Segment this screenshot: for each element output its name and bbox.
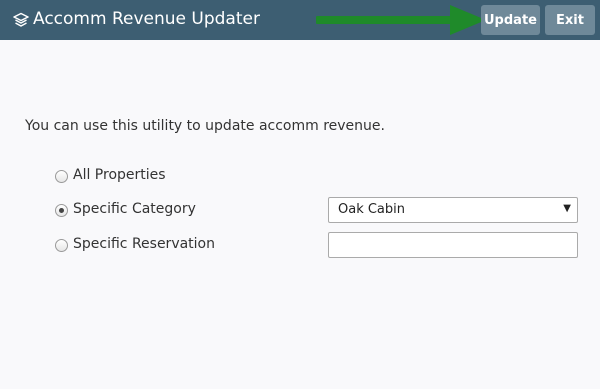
option-label: Specific Category: [73, 201, 196, 217]
annotation-arrow-icon: [316, 5, 486, 35]
layers-icon: [13, 12, 29, 27]
radio-specific-category[interactable]: [55, 204, 68, 217]
exit-button[interactable]: Exit: [545, 5, 595, 35]
update-button[interactable]: Update: [481, 5, 540, 35]
option-label: Specific Reservation: [73, 236, 215, 252]
category-select[interactable]: Oak Cabin ▼: [328, 197, 578, 223]
option-label: All Properties: [73, 167, 166, 183]
title-bar: Accomm Revenue Updater Update Exit: [0, 0, 600, 40]
category-select-value: Oak Cabin: [338, 202, 406, 217]
dropdown-arrow-icon: ▼: [563, 203, 571, 214]
page-title: Accomm Revenue Updater: [33, 9, 260, 29]
radio-all-properties[interactable]: [55, 170, 68, 183]
radio-specific-reservation[interactable]: [55, 239, 68, 252]
reservation-input[interactable]: [328, 232, 578, 258]
intro-text: You can use this utility to update accom…: [25, 118, 385, 134]
